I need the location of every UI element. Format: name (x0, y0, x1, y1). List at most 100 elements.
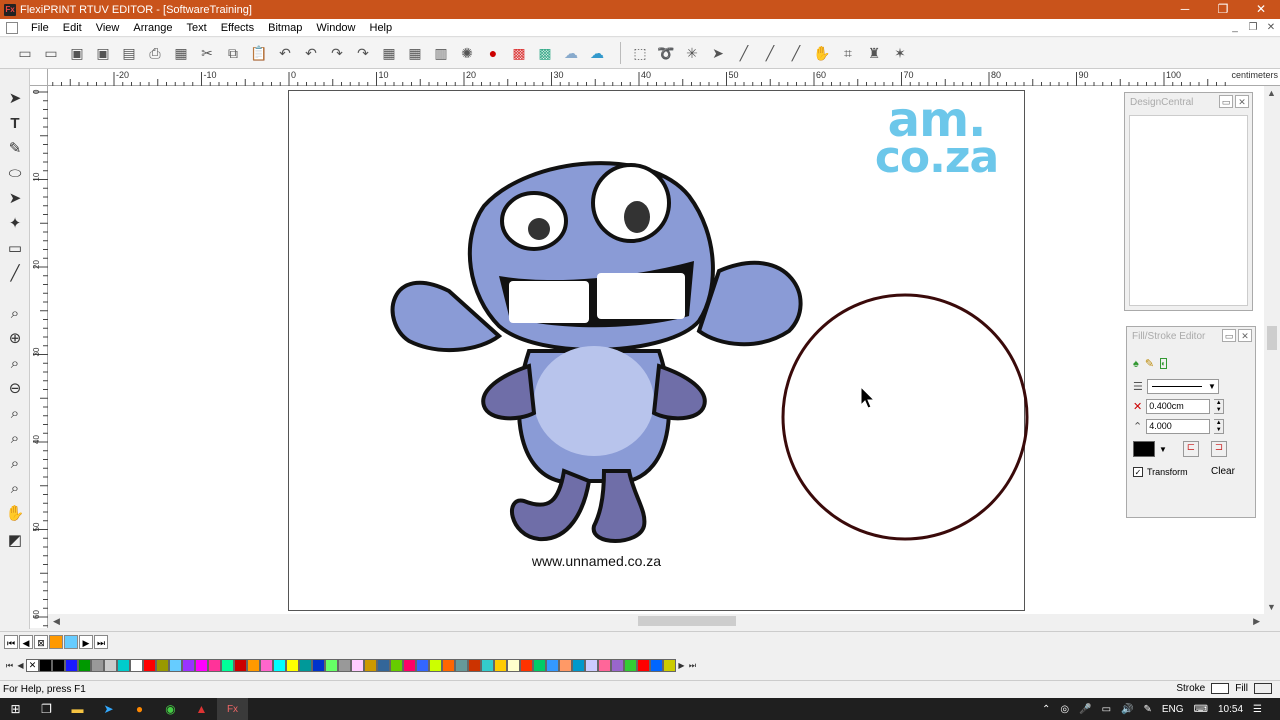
copy-icon[interactable]: ⧉ (222, 42, 244, 64)
stroke-width-input[interactable]: 0.400cm (1146, 399, 1211, 414)
print-setup-icon[interactable]: ▤ (118, 42, 140, 64)
palette-swatch[interactable] (52, 659, 65, 672)
horizontal-scrollbar[interactable]: ◀ ▶ (48, 614, 1264, 628)
task-view-icon[interactable]: ❐ (31, 698, 62, 720)
palette-previous-icon[interactable]: ◀ (15, 659, 26, 672)
palette-swatch[interactable] (39, 659, 52, 672)
stroke-style-icon[interactable]: ◐ (1160, 358, 1167, 369)
logo[interactable]: am. co.za (869, 96, 1004, 180)
no-color-swatch[interactable]: ✕ (26, 659, 39, 672)
zoom-fit-icon[interactable]: ⌕ (4, 352, 26, 374)
keyboard-layout-icon[interactable]: ⌨ (1194, 704, 1208, 715)
menu-arrange[interactable]: Arrange (126, 22, 179, 34)
notifications-icon[interactable]: ☰ (1253, 704, 1262, 715)
line-cap-icon[interactable]: ⊏ (1182, 441, 1199, 457)
document-icon[interactable] (6, 21, 18, 34)
circle-shape[interactable] (781, 293, 1029, 541)
horizontal-scroll-thumb[interactable] (638, 616, 736, 626)
menu-help[interactable]: Help (363, 22, 400, 34)
menu-edit[interactable]: Edit (56, 22, 89, 34)
palette-swatch[interactable] (221, 659, 234, 672)
vertical-ruler[interactable]: 0 10 20 30 40 50 60 (30, 86, 48, 628)
undo-icon[interactable]: ↶ (274, 42, 296, 64)
line-style-select[interactable]: ▼ (1146, 379, 1219, 394)
fill-tool-icon[interactable]: ◩ (4, 529, 26, 551)
color-palette-icon[interactable]: ▩ (508, 42, 530, 64)
page-cyan-swatch[interactable] (64, 634, 78, 649)
fill-indicator[interactable] (1254, 683, 1272, 694)
crop-icon[interactable]: ⌗ (837, 42, 859, 64)
line-join-icon[interactable]: ⊐ (1210, 441, 1227, 457)
palette-swatch[interactable] (663, 659, 676, 672)
menu-bitmap[interactable]: Bitmap (261, 22, 309, 34)
panel-minimize-icon[interactable]: ▭ (1222, 329, 1236, 342)
mascot-illustration[interactable] (389, 151, 809, 551)
scroll-down-icon[interactable]: ▼ (1267, 602, 1276, 612)
palette-next-icon[interactable]: ▶ (676, 659, 687, 672)
panel-close-icon[interactable]: ✕ (1238, 329, 1252, 342)
palette-swatch[interactable] (65, 659, 78, 672)
new-template-icon[interactable]: ▭ (40, 42, 62, 64)
vertical-scroll-thumb[interactable] (1267, 326, 1277, 350)
palette-swatch[interactable] (520, 659, 533, 672)
palette-swatch[interactable] (169, 659, 182, 672)
production-manager-icon[interactable]: ▦ (170, 42, 192, 64)
palette-swatch[interactable] (546, 659, 559, 672)
align-icon[interactable]: ▥ (430, 42, 452, 64)
save-all-icon[interactable]: ▣ (92, 42, 114, 64)
palette-first-icon[interactable]: ⏮ (4, 659, 15, 672)
marquee-select-icon[interactable]: ⬚ (629, 42, 651, 64)
zoom-out-icon[interactable]: ⊖ (4, 377, 26, 399)
palette-swatch[interactable] (559, 659, 572, 672)
ungroup-icon[interactable]: ▦ (404, 42, 426, 64)
miter-limit-stepper[interactable]: ▲ ▼ (1214, 419, 1225, 434)
group-icon[interactable]: ▦ (378, 42, 400, 64)
language-indicator[interactable]: ENG (1162, 704, 1184, 715)
minimize-button[interactable]: ─ (1166, 0, 1204, 19)
last-page-icon[interactable]: ⏭ (94, 634, 108, 649)
clock[interactable]: 10:54 (1218, 704, 1243, 715)
palette-swatch[interactable] (260, 659, 273, 672)
page-orange-swatch[interactable] (49, 634, 63, 649)
network-icon[interactable]: ◎ (1060, 704, 1069, 715)
first-page-icon[interactable]: ⏮ (4, 634, 18, 649)
tray-expand-icon[interactable]: ⌃ (1042, 704, 1050, 715)
palette-swatch[interactable] (455, 659, 468, 672)
cloud-upload-icon[interactable]: ☁ (586, 42, 608, 64)
chrome-icon[interactable]: ◉ (155, 698, 186, 720)
file-explorer-icon[interactable]: ▬ (62, 698, 93, 720)
palette-swatch[interactable] (403, 659, 416, 672)
design-central-content[interactable] (1129, 115, 1248, 306)
bezier-tool-icon[interactable]: ✎ (4, 137, 26, 159)
firefox-icon[interactable]: ● (124, 698, 155, 720)
panel-close-icon[interactable]: ✕ (1235, 95, 1249, 108)
palette-swatch[interactable] (208, 659, 221, 672)
palette-swatch[interactable] (156, 659, 169, 672)
menu-effects[interactable]: Effects (214, 22, 261, 34)
palette-swatch[interactable] (195, 659, 208, 672)
fill-stroke-editor-panel[interactable]: Fill/Stroke Editor ▭ ✕ ♠ ✎ ◐ ☰ ▼ ✕ 0.400… (1126, 326, 1256, 518)
undo-list-icon[interactable]: ↶ (300, 42, 322, 64)
palette-swatch[interactable] (78, 659, 91, 672)
node-edit-icon[interactable]: ➤ (4, 187, 26, 209)
text-tool-icon[interactable]: T (4, 112, 26, 134)
palette-swatch[interactable] (143, 659, 156, 672)
chevron-down-icon[interactable]: ▼ (1159, 445, 1167, 454)
vertical-scrollbar[interactable]: ▲ ▼ (1264, 86, 1280, 614)
hand-tool-icon[interactable]: ✋ (811, 42, 833, 64)
color-wheel-icon[interactable]: ✺ (456, 42, 478, 64)
zoom-page-icon[interactable]: ⌕ (4, 427, 26, 449)
palette-swatch[interactable] (130, 659, 143, 672)
fill-bucket-icon[interactable]: ♠ (1133, 358, 1139, 370)
miter-limit-input[interactable]: 4.000 (1146, 419, 1211, 434)
menu-text[interactable]: Text (180, 22, 214, 34)
palette-swatch[interactable] (286, 659, 299, 672)
stamp-icon[interactable]: ♜ (863, 42, 885, 64)
clear-button[interactable]: Clear (1207, 465, 1239, 478)
palette-swatch[interactable] (234, 659, 247, 672)
palette-swatch[interactable] (624, 659, 637, 672)
palette-swatch[interactable] (481, 659, 494, 672)
scroll-right-icon[interactable]: ▶ (1253, 616, 1260, 627)
windows-start-icon[interactable]: ⊞ (0, 698, 31, 720)
palette-swatch[interactable] (494, 659, 507, 672)
